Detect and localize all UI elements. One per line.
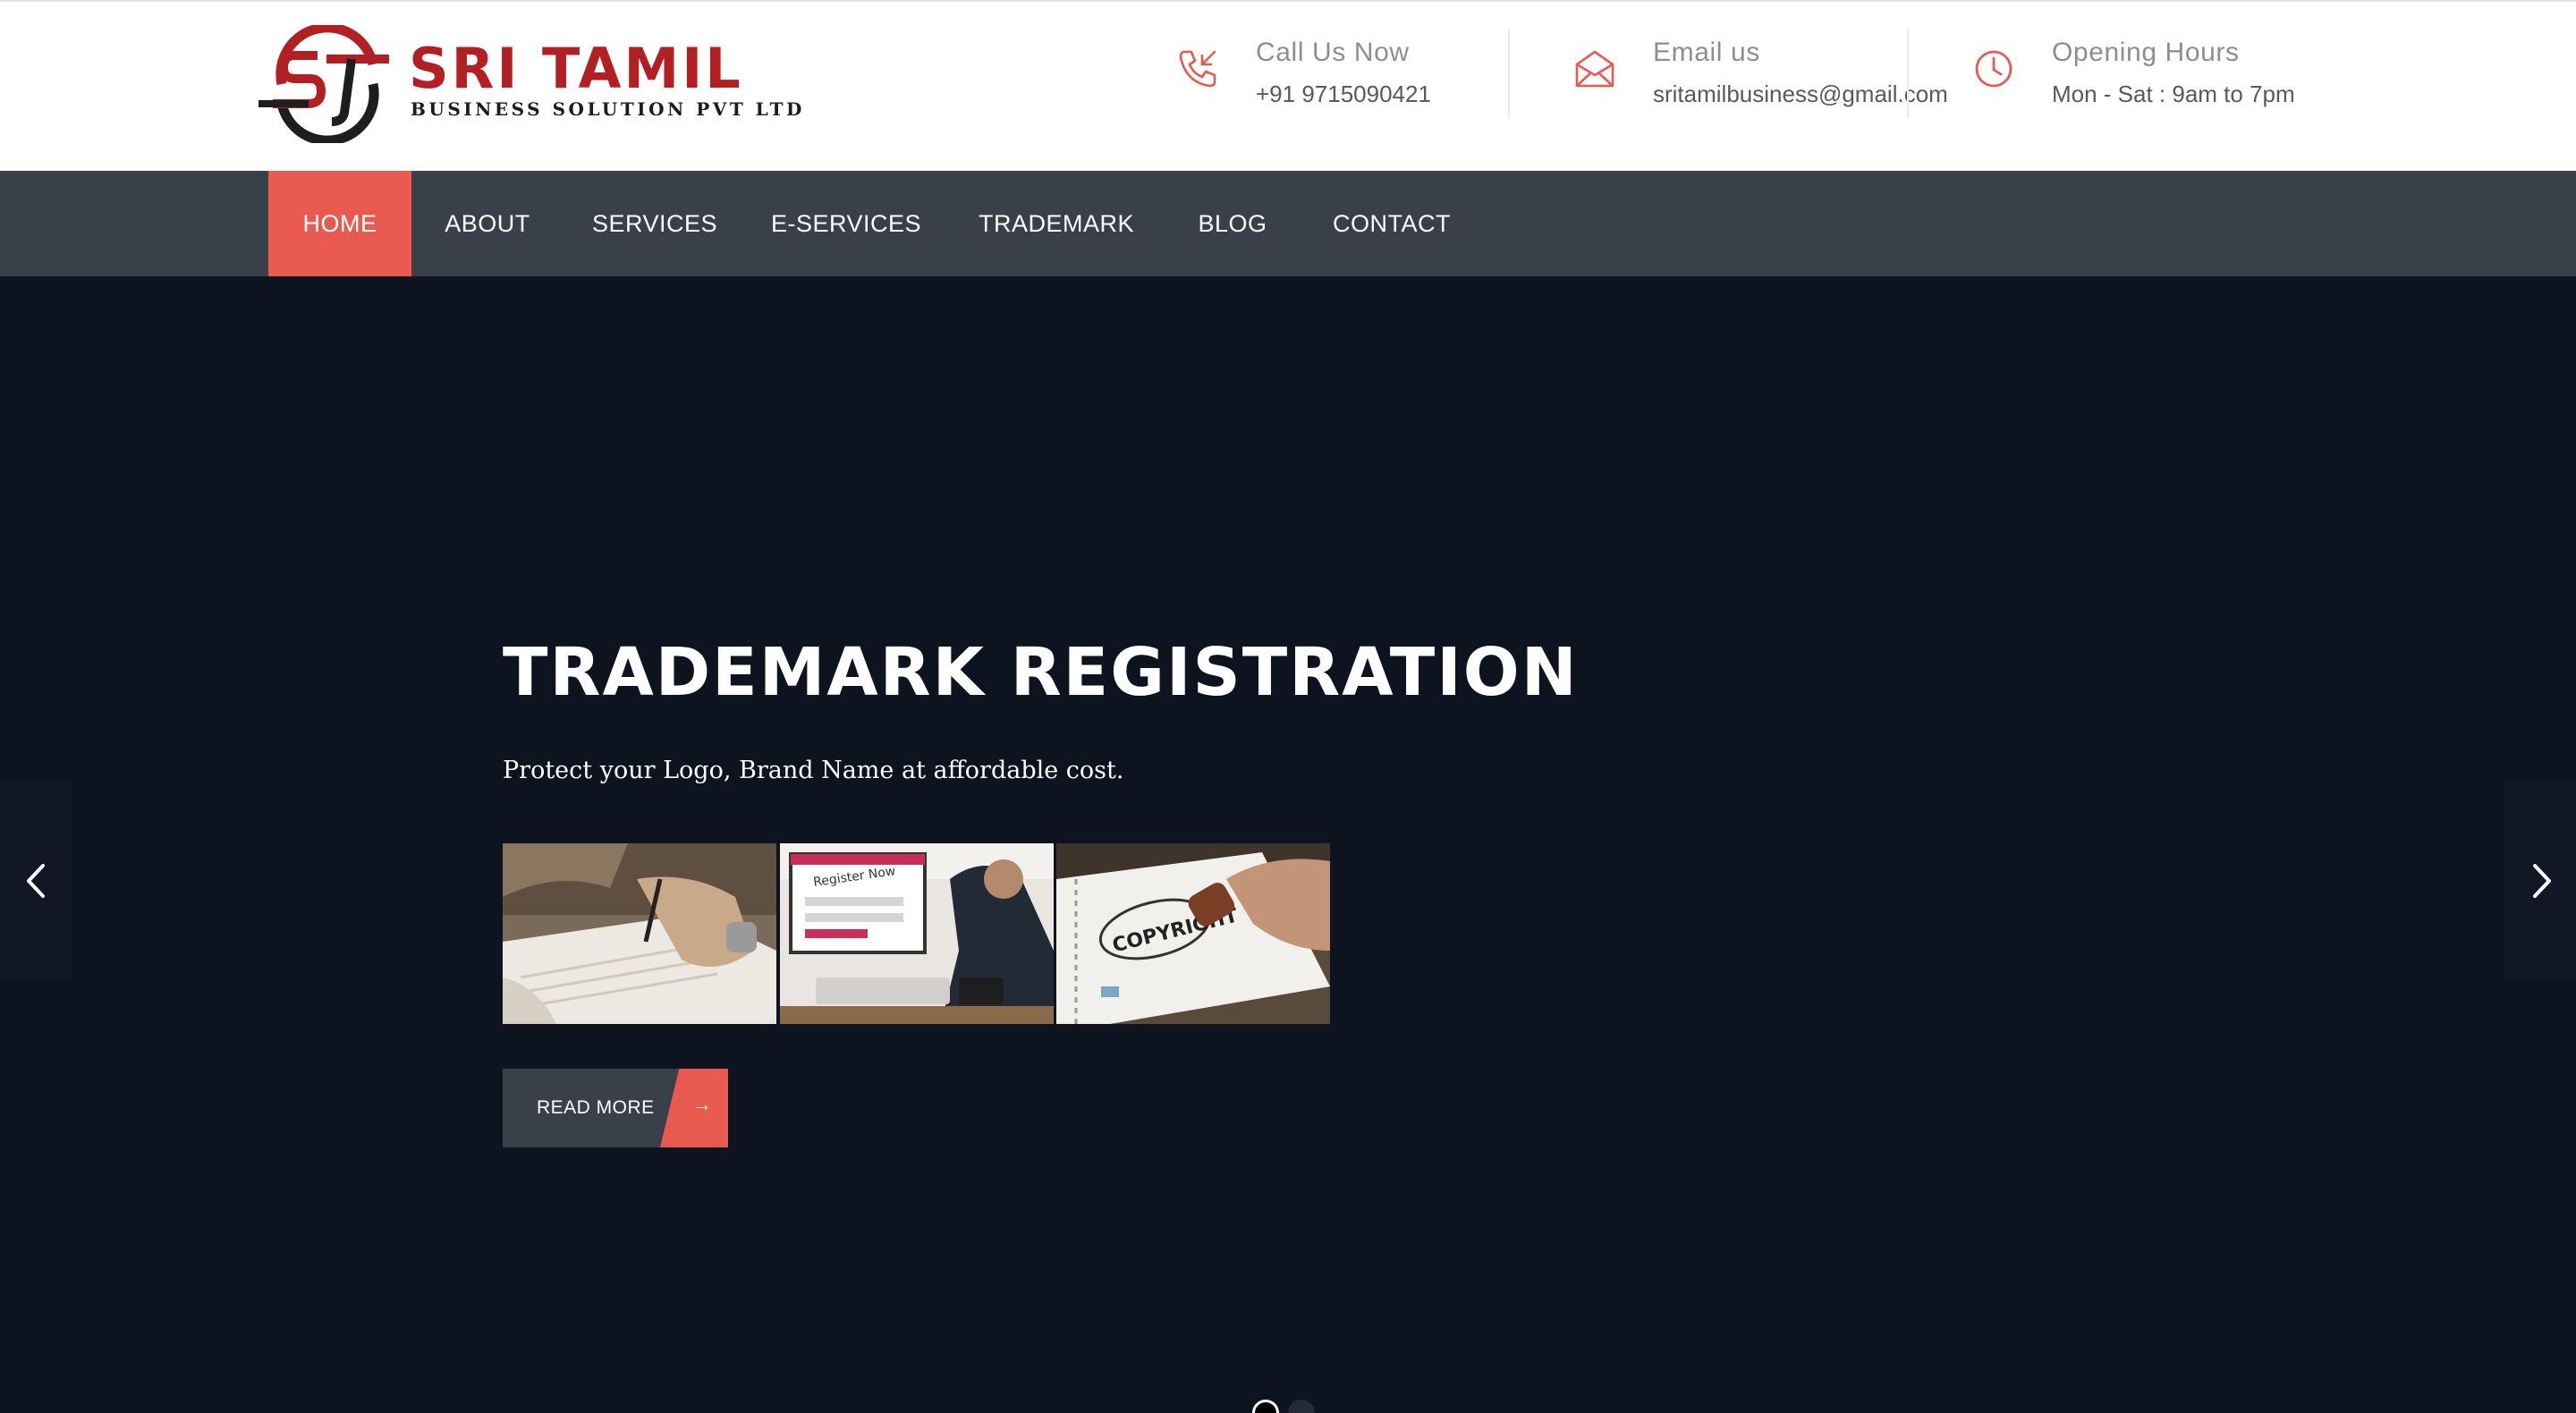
hero-subtitle: Protect your Logo, Brand Name at afforda… [503, 757, 1124, 784]
email-label: Email us [1653, 38, 1760, 67]
nav-about[interactable]: ABOUT [429, 171, 546, 276]
arrow-right-icon: → [660, 1069, 728, 1147]
hours-value: Mon - Sat : 9am to 7pm [2052, 80, 2295, 107]
call-number[interactable]: +91 9715090421 [1256, 80, 1431, 108]
register-illustration: Register Now [780, 843, 1054, 1024]
brand-name: SRI TAMIL [409, 36, 743, 101]
hero-image-register: Register Now [780, 843, 1054, 1024]
envelope-icon [1575, 50, 1614, 88]
header-divider [1907, 29, 1909, 118]
nav-contact[interactable]: CONTACT [1327, 171, 1456, 276]
read-more-button[interactable]: READ MORE → [503, 1069, 728, 1147]
top-header: SRI TAMIL BUSINESS SOLUTION PVT LTD Call… [0, 0, 2576, 171]
call-label: Call Us Now [1256, 38, 1410, 67]
hero-slider: TRADEMARK REGISTRATION Protect your Logo… [0, 276, 2576, 1413]
slider-next-button[interactable] [2504, 782, 2576, 980]
hero-image-copyright: COPYRIGHT [1056, 843, 1330, 1024]
phone-icon [1179, 50, 1216, 88]
hero-image-signing [503, 843, 776, 1024]
slider-dot-1[interactable] [1252, 1400, 1279, 1413]
read-more-label: READ MORE [537, 1097, 655, 1118]
main-nav: HOME ABOUT SERVICES E-SERVICES TRADEMARK… [0, 171, 2576, 276]
signing-illustration [503, 843, 776, 1024]
slider-prev-button[interactable] [0, 782, 72, 980]
slider-dots [1252, 1400, 1324, 1413]
nav-e-services[interactable]: E-SERVICES [767, 171, 925, 276]
clock-icon [1975, 50, 2012, 88]
contact-email[interactable]: Email us sritamilbusiness@gmail.com [1572, 34, 1957, 120]
slider-dot-2[interactable] [1288, 1400, 1315, 1413]
hours-label: Opening Hours [2052, 38, 2240, 67]
nav-home[interactable]: HOME [268, 171, 411, 276]
contact-call[interactable]: Call Us Now +91 9715090421 [1175, 34, 1479, 120]
arrow-glyph: → [692, 1093, 712, 1115]
contact-hours: Opening Hours Mon - Sat : 9am to 7pm [1971, 34, 2347, 120]
copyright-illustration: COPYRIGHT [1056, 843, 1330, 1024]
logo-mark [258, 25, 389, 143]
brand-tagline: BUSINESS SOLUTION PVT LTD [411, 98, 805, 120]
nav-services[interactable]: SERVICES [583, 171, 726, 276]
nav-blog[interactable]: BLOG [1190, 171, 1275, 276]
nav-trademark[interactable]: TRADEMARK [975, 171, 1138, 276]
email-address[interactable]: sritamilbusiness@gmail.com [1653, 80, 1948, 108]
chevron-left-icon [27, 864, 45, 898]
header-divider [1508, 29, 1510, 118]
chevron-right-icon [2533, 864, 2551, 898]
logo[interactable]: SRI TAMIL BUSINESS SOLUTION PVT LTD [255, 25, 801, 143]
hero-title: TRADEMARK REGISTRATION [503, 634, 1579, 711]
